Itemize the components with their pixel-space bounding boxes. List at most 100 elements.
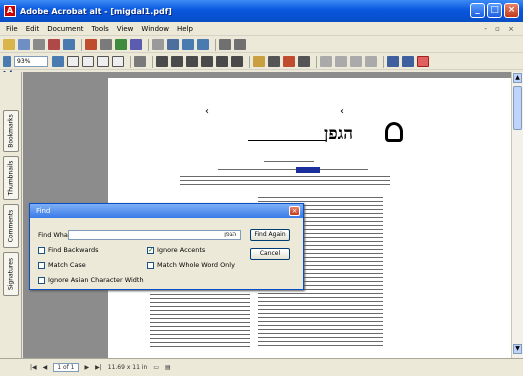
title-bar: A Adobe Acrobat alt - [migdal1.pdf] _ □ … — [0, 0, 523, 22]
find-backwards-label: Find Backwards — [48, 246, 99, 254]
find-close-icon[interactable]: × — [289, 206, 300, 216]
bookmark-icon[interactable] — [156, 56, 168, 67]
menu-edit[interactable]: Edit — [22, 25, 44, 33]
ignore-asian-width-label: Ignore Asian Character Width — [48, 276, 144, 284]
tab-signatures[interactable]: Signatures — [3, 252, 19, 296]
match-whole-word-label: Match Whole Word Only — [157, 261, 235, 269]
open-icon[interactable] — [3, 39, 15, 50]
toolbar-view: 93% — [0, 54, 523, 70]
match-case-checkbox[interactable] — [38, 262, 45, 269]
separator — [81, 38, 82, 51]
menu-tools[interactable]: Tools — [88, 25, 113, 33]
fit-visible-icon[interactable] — [112, 56, 124, 67]
document-heading — [264, 160, 314, 164]
go-back-icon[interactable] — [387, 56, 399, 67]
page-size-readout: 11.69 x 11 in — [107, 364, 148, 371]
find-dialog: Find × Find What: הגפן Find Again Cancel… — [29, 203, 304, 290]
cursor-icon[interactable] — [231, 56, 243, 67]
maximize-button[interactable]: □ — [487, 3, 502, 18]
secure-icon[interactable] — [115, 39, 127, 50]
separator — [383, 55, 384, 68]
sign-icon[interactable] — [130, 39, 142, 50]
next-page-icon[interactable] — [350, 56, 362, 67]
review-icon[interactable] — [100, 39, 112, 50]
note-icon[interactable] — [253, 56, 265, 67]
separator — [316, 55, 317, 68]
tab-thumbnails[interactable]: Thumbnails — [3, 156, 19, 200]
prev-page-icon[interactable] — [335, 56, 347, 67]
ignore-accents-checkbox[interactable] — [147, 246, 154, 254]
prev-page-button[interactable]: ◀ — [43, 364, 48, 371]
minimize-button[interactable]: _ — [470, 3, 485, 18]
last-page-icon[interactable] — [365, 56, 377, 67]
zoom-level-field[interactable]: 93% — [14, 56, 48, 67]
document-subtitle — [218, 168, 368, 172]
save-icon[interactable] — [18, 39, 30, 50]
highlight-icon[interactable] — [283, 56, 295, 67]
form-icon[interactable] — [216, 56, 228, 67]
scroll-up-icon[interactable]: ▲ — [513, 73, 522, 83]
pencil-icon[interactable] — [268, 56, 280, 67]
first-page-icon[interactable] — [320, 56, 332, 67]
continuous-icon[interactable]: ▤ — [165, 364, 171, 371]
close-button[interactable]: × — [504, 3, 519, 18]
separator — [148, 38, 149, 51]
page-number-field[interactable]: 1 of 1 — [53, 363, 79, 372]
tab-comments[interactable]: Comments — [3, 204, 19, 248]
select-text-icon[interactable] — [167, 39, 179, 50]
match-whole-word-checkbox[interactable] — [147, 262, 154, 269]
link-icon[interactable] — [201, 56, 213, 67]
search-icon[interactable] — [63, 39, 75, 50]
logo-emblem-icon — [385, 122, 403, 142]
acrobat-app-icon: A — [4, 5, 16, 17]
fit-width-icon[interactable] — [97, 56, 109, 67]
crop-mark: ‹ — [340, 106, 344, 117]
document-window-controls[interactable]: - ▫ × — [484, 25, 523, 33]
actual-size-icon[interactable] — [67, 56, 79, 67]
menu-view[interactable]: View — [113, 25, 138, 33]
status-bar: |◀ ◀ 1 of 1 ▶ ▶| 11.69 x 11 in ▭ ▤ — [0, 358, 523, 376]
help-icon[interactable] — [417, 56, 429, 67]
create-pdf-icon[interactable] — [85, 39, 97, 50]
document-logo: הגפן — [324, 124, 353, 144]
print-icon[interactable] — [33, 39, 45, 50]
scroll-thumb[interactable] — [513, 86, 522, 130]
rotate-icon[interactable] — [134, 56, 146, 67]
menu-document[interactable]: Document — [43, 25, 87, 33]
zoom-out-icon[interactable] — [197, 39, 209, 50]
find-again-button[interactable]: Find Again — [250, 229, 290, 241]
cancel-button[interactable]: Cancel — [250, 248, 290, 260]
stamp-icon[interactable] — [298, 56, 310, 67]
zoom-icon[interactable] — [3, 56, 11, 67]
article-icon[interactable] — [171, 56, 183, 67]
find-what-input[interactable]: הגפן — [68, 230, 241, 240]
find-backwards-checkbox[interactable] — [38, 247, 45, 254]
document-column-left — [150, 293, 250, 348]
menu-bar: File Edit Document Tools View Window Hel… — [0, 22, 523, 36]
separator — [249, 55, 250, 68]
menu-window[interactable]: Window — [137, 25, 173, 33]
crop-icon[interactable] — [186, 56, 198, 67]
tab-bookmarks[interactable]: Bookmarks — [3, 110, 19, 152]
hand-tool-icon[interactable] — [152, 39, 164, 50]
zoom-in-icon[interactable] — [52, 56, 64, 67]
document-intro-text — [180, 175, 390, 187]
toolbar-file — [0, 37, 523, 53]
vertical-scrollbar[interactable]: ▲ ▼ — [511, 72, 523, 358]
table-tool-icon[interactable] — [234, 39, 246, 50]
menu-file[interactable]: File — [2, 25, 22, 33]
scroll-down-icon[interactable]: ▼ — [513, 344, 522, 354]
ignore-asian-width-checkbox[interactable] — [38, 277, 45, 284]
text-tool-icon[interactable] — [219, 39, 231, 50]
last-page-button[interactable]: ▶| — [95, 364, 102, 371]
ignore-accents-label: Ignore Accents — [157, 246, 206, 254]
single-page-icon[interactable]: ▭ — [153, 364, 159, 371]
first-page-button[interactable]: |◀ — [30, 364, 37, 371]
go-forward-icon[interactable] — [402, 56, 414, 67]
zoom-in-icon[interactable] — [182, 39, 194, 50]
menu-help[interactable]: Help — [173, 25, 197, 33]
fit-page-icon[interactable] — [82, 56, 94, 67]
next-page-button[interactable]: ▶ — [85, 364, 90, 371]
email-icon[interactable] — [48, 39, 60, 50]
find-dialog-title: Find — [30, 204, 303, 218]
